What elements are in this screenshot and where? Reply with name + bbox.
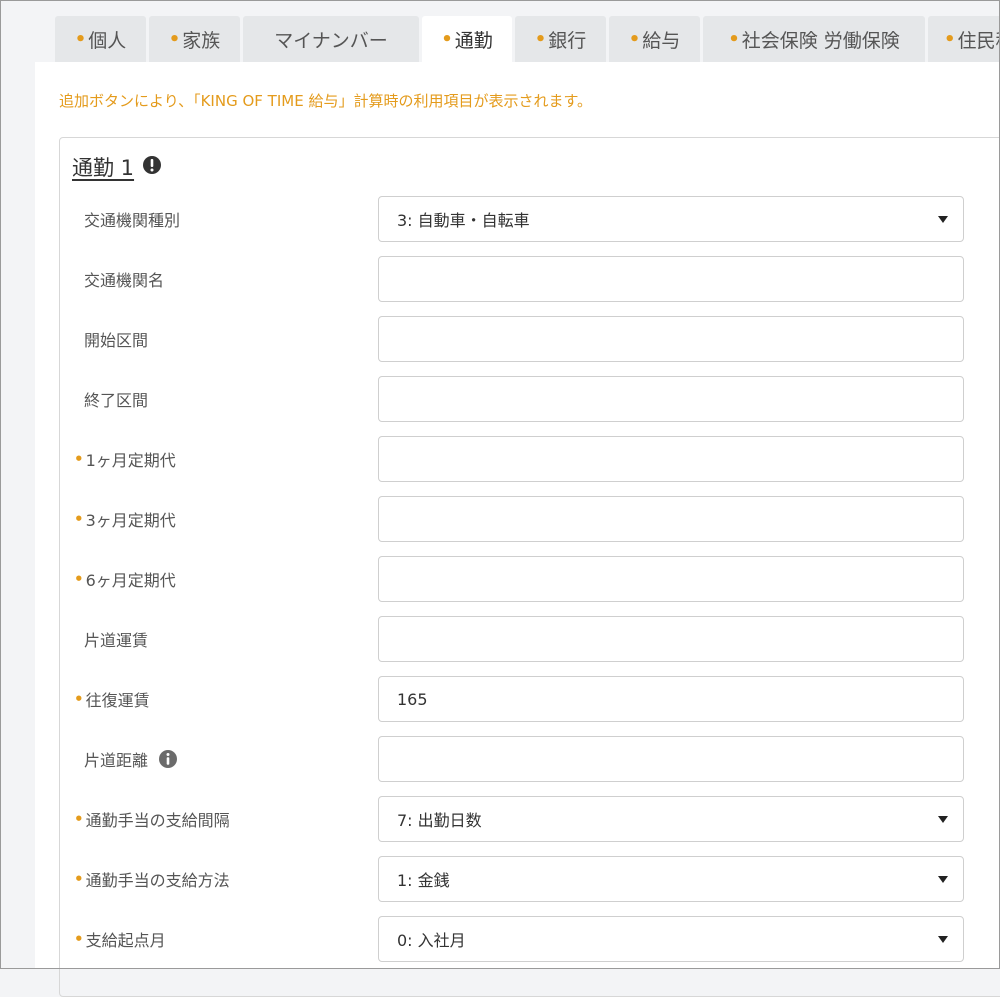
required-dot: • <box>74 870 84 888</box>
label-text: 通勤手当の支給間隔 <box>85 811 230 830</box>
field-label-end-section: 終了区間 <box>74 376 148 422</box>
field-label-start-section: 開始区間 <box>74 316 148 362</box>
section-title: 通勤 1 <box>72 156 135 180</box>
commute-section: 通勤 1 交通機関種別 3: 自動車・自転車 交通機関名 開始区間 終了区間 •… <box>59 137 1000 997</box>
transport-type-select[interactable]: 3: 自動車・自転車 <box>378 196 964 242</box>
field-label-one-way-fare: 片道運賃 <box>74 616 148 662</box>
tab-commute[interactable]: • 通勤 <box>422 16 512 62</box>
content-panel: 追加ボタンにより、「KING OF TIME 給与」計算時の利用項目が表示されま… <box>35 62 1000 997</box>
field-label-allowance-method: • 通勤手当の支給方法 <box>74 856 230 902</box>
tab-label: 個人 <box>88 29 127 52</box>
field-label-transport-name: 交通機関名 <box>74 256 164 302</box>
end-section-input[interactable] <box>378 376 964 422</box>
field-label-allowance-interval: • 通勤手当の支給間隔 <box>74 796 230 842</box>
field-label-1month-pass: • 1ヶ月定期代 <box>74 436 176 482</box>
allowance-method-select[interactable]: 1: 金銭 <box>378 856 964 902</box>
required-dot: • <box>74 810 84 828</box>
one-way-fare-input[interactable] <box>378 616 964 662</box>
tab-label: 社会保険 労働保険 <box>741 29 900 52</box>
notice-text: 追加ボタンにより、「KING OF TIME 給与」計算時の利用項目が表示されま… <box>59 92 592 110</box>
label-text: 6ヶ月定期代 <box>85 571 176 590</box>
label-text: 3ヶ月定期代 <box>85 511 176 530</box>
required-dot: • <box>74 28 87 50</box>
field-label-round-trip-fare: • 往復運賃 <box>74 676 150 722</box>
label-text: 通勤手当の支給方法 <box>85 871 230 890</box>
tab-my-number[interactable]: マイナンバー <box>243 16 419 62</box>
tab-label: 銀行 <box>548 29 587 52</box>
required-dot: • <box>168 28 181 50</box>
select-value: 0: 入社月 <box>397 931 466 950</box>
select-value: 7: 出勤日数 <box>397 811 482 830</box>
info-circle-icon[interactable] <box>158 749 178 769</box>
tab-resident-tax[interactable]: •住民税 <box>928 16 1000 62</box>
start-section-input[interactable] <box>378 316 964 362</box>
3month-pass-input[interactable] <box>378 496 964 542</box>
required-dot: • <box>534 28 547 50</box>
required-dot: • <box>74 510 84 528</box>
required-dot: • <box>944 28 956 50</box>
select-value: 3: 自動車・自転車 <box>397 211 530 230</box>
required-dot: • <box>74 690 84 708</box>
required-dot: • <box>441 29 453 50</box>
input-value: 165 <box>397 689 428 709</box>
label-text: 交通機関名 <box>84 271 165 290</box>
round-trip-fare-input[interactable]: 165 <box>378 676 964 722</box>
label-text: 片道距離 <box>84 751 149 770</box>
tab-social-insurance[interactable]: • 社会保険 労働保険 <box>703 16 925 62</box>
one-way-distance-input[interactable] <box>378 736 964 782</box>
tab-family[interactable]: • 家族 <box>149 16 240 62</box>
field-label-3month-pass: • 3ヶ月定期代 <box>74 496 176 542</box>
label-text: 1ヶ月定期代 <box>85 451 176 470</box>
tab-bar: • 個人 • 家族 マイナンバー • 通勤 • 銀行 • 給与 • 社会保険 労働保険 • 住… <box>0 0 1000 62</box>
label-text: 片道運賃 <box>84 631 149 650</box>
required-dot: • <box>628 28 641 50</box>
tab-personal[interactable]: • 個人 <box>55 16 146 62</box>
tab-label: マイナンバー <box>274 29 388 52</box>
start-month-select[interactable]: 0: 入社月 <box>378 916 964 962</box>
label-text: 開始区間 <box>84 331 149 350</box>
tab-salary[interactable]: • 給与 <box>609 16 700 62</box>
label-text: 交通機関種別 <box>84 211 181 230</box>
required-dot: • <box>74 930 84 948</box>
tab-label: 家族 <box>182 29 221 52</box>
tab-label: 給与 <box>642 29 681 52</box>
label-text: 往復運賃 <box>85 691 150 710</box>
field-label-transport-type: 交通機関種別 <box>74 196 180 242</box>
tab-label: 住民税 <box>957 29 1000 52</box>
transport-name-input[interactable] <box>378 256 964 302</box>
allowance-interval-select[interactable]: 7: 出勤日数 <box>378 796 964 842</box>
select-value: 1: 金銭 <box>397 871 450 890</box>
tab-label: 通勤 <box>454 30 493 52</box>
exclamation-circle-icon <box>143 156 161 174</box>
label-text: 支給起点月 <box>85 931 166 950</box>
field-label-one-way-distance: 片道距離 <box>74 736 178 782</box>
required-dot: • <box>74 570 84 588</box>
1month-pass-input[interactable] <box>378 436 964 482</box>
required-dot: • <box>728 28 740 50</box>
field-label-6month-pass: • 6ヶ月定期代 <box>74 556 176 602</box>
required-dot: • <box>74 450 84 468</box>
tab-bank[interactable]: • 銀行 <box>515 16 606 62</box>
field-label-start-month: • 支給起点月 <box>74 916 166 962</box>
6month-pass-input[interactable] <box>378 556 964 602</box>
label-text: 終了区間 <box>84 391 149 410</box>
